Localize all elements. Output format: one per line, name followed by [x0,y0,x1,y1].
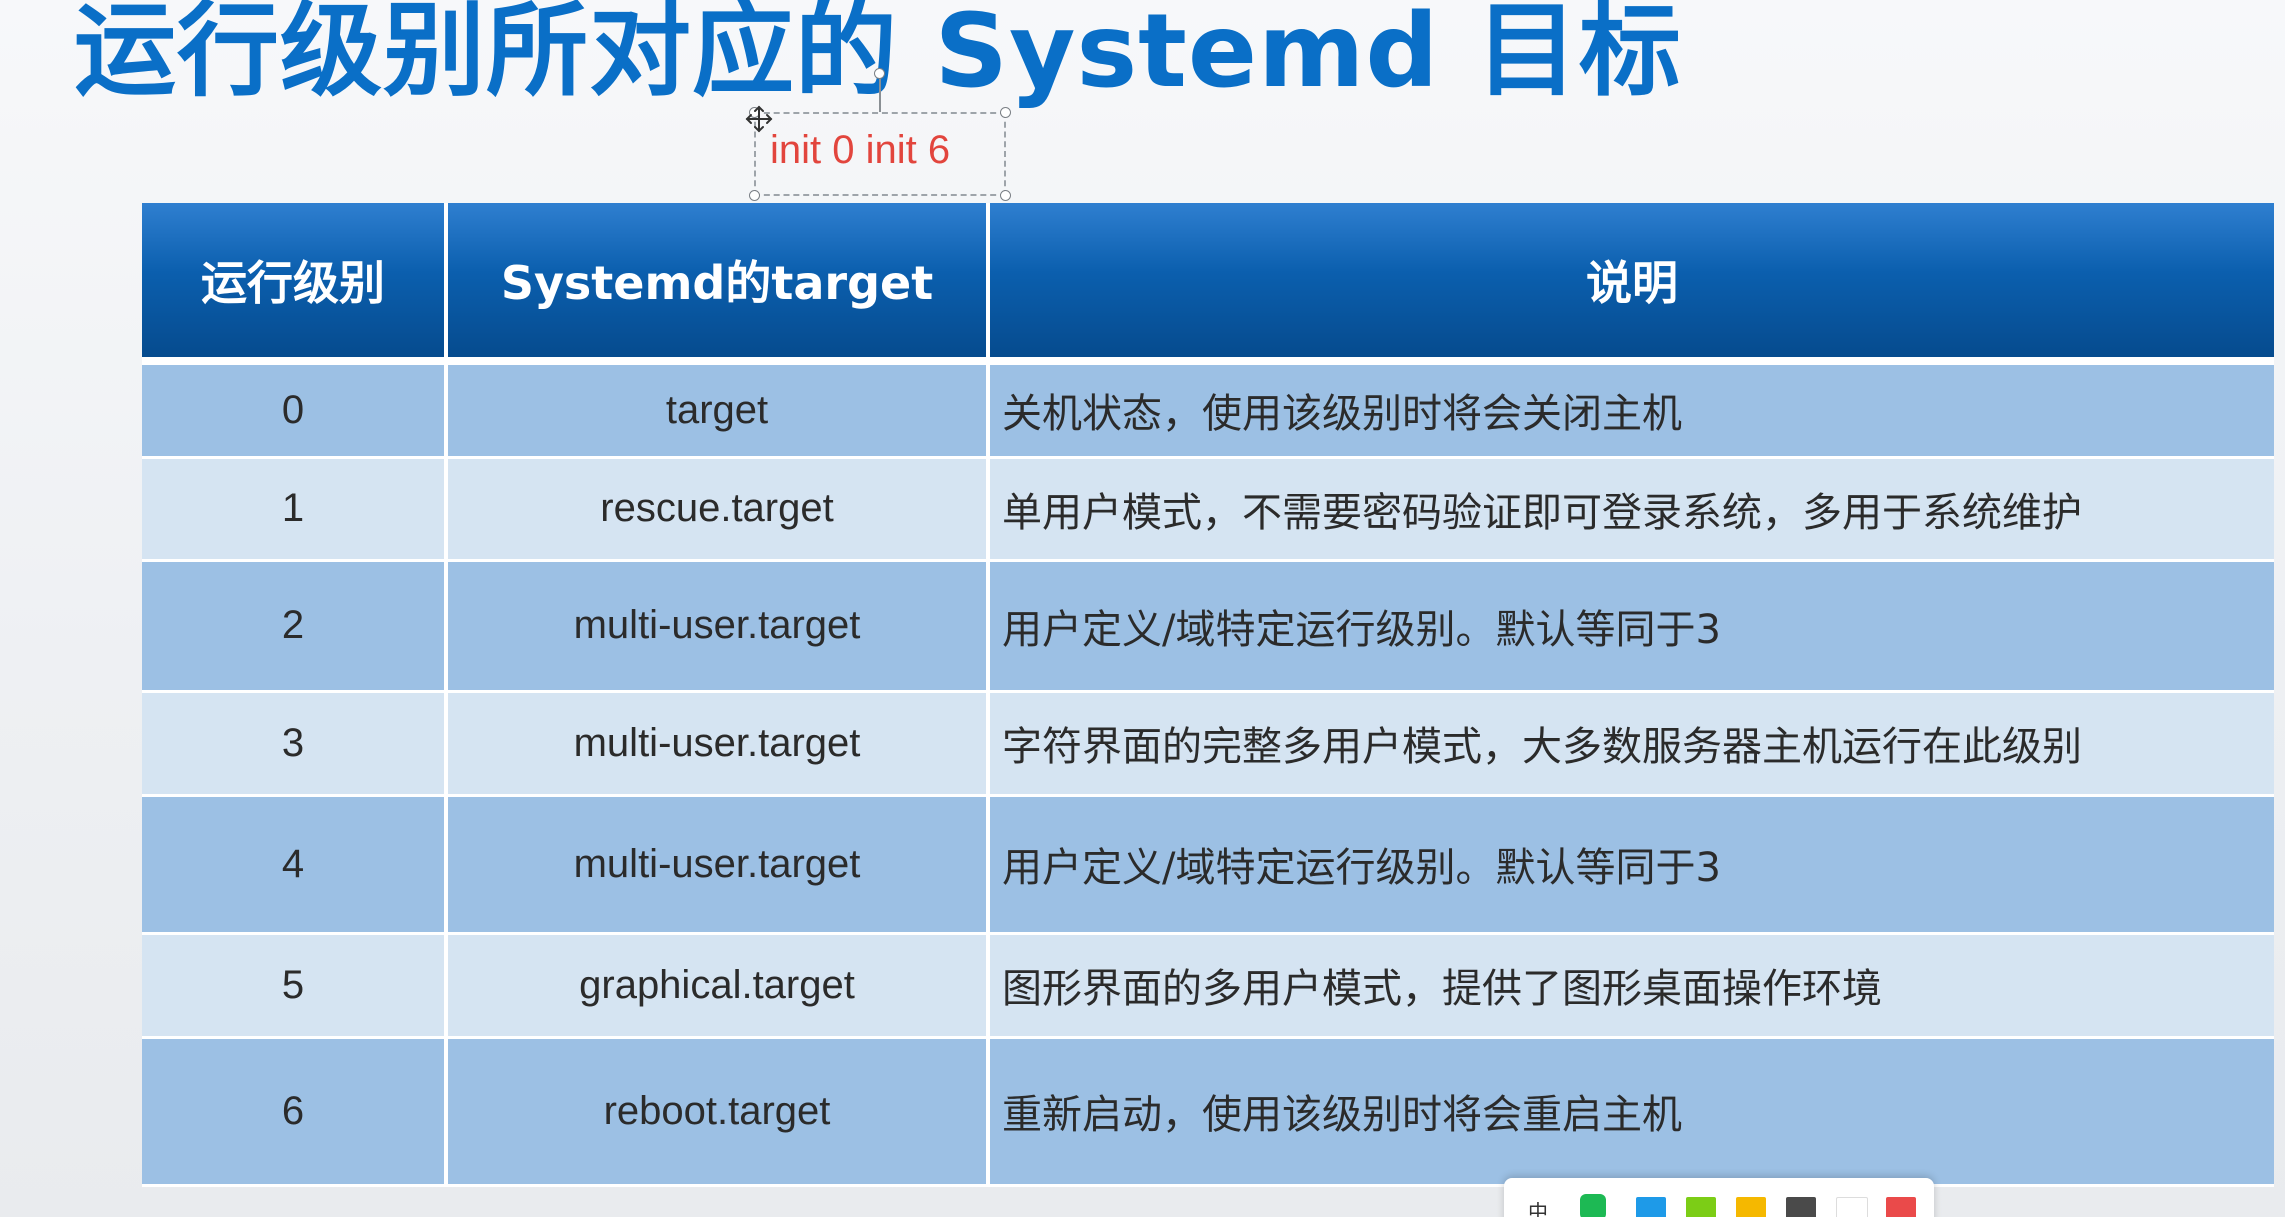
switch-icon[interactable] [1580,1194,1606,1217]
cell-description: 重新启动，使用该级别时将会重启主机 [988,1037,2274,1187]
cell-level: 2 [142,560,448,693]
move-cursor-icon [745,105,773,133]
slide: 运行级别所对应的 Systemd 目标 init 0 init 6 运行级别 S… [0,0,2285,1217]
rotate-handle[interactable] [874,68,885,79]
annotation-textbox[interactable]: init 0 init 6 [754,112,1006,196]
header-runlevel: 运行级别 [142,203,448,365]
resize-handle-bottom-left[interactable] [749,190,760,201]
table-row: 4 multi-user.target 用户定义/域特定运行级别。默认等同于3 [142,795,2274,935]
cell-level: 0 [142,361,448,459]
cell-target: multi-user.target [446,795,990,935]
table-row: 5 graphical.target 图形界面的多用户模式，提供了图形桌面操作环… [142,933,2274,1039]
color-swatch-blue[interactable] [1636,1197,1666,1217]
color-swatch-white[interactable] [1836,1197,1868,1217]
cell-description: 图形界面的多用户模式，提供了图形桌面操作环境 [988,933,2274,1039]
color-swatch-yellow[interactable] [1736,1197,1766,1217]
header-description: 说明 [988,203,2274,365]
color-swatch-green[interactable] [1686,1197,1716,1217]
table-row: 6 reboot.target 重新启动，使用该级别时将会重启主机 [142,1037,2274,1187]
cell-level: 6 [142,1037,448,1187]
cell-description: 用户定义/域特定运行级别。默认等同于3 [988,560,2274,693]
cell-level: 5 [142,933,448,1039]
resize-handle-bottom-right[interactable] [1000,190,1011,201]
cell-description: 字符界面的完整多用户模式，大多数服务器主机运行在此级别 [988,691,2274,797]
table-header-row: 运行级别 Systemd的target 说明 [142,203,2274,365]
cell-level: 3 [142,691,448,797]
color-swatch-red[interactable] [1886,1197,1916,1217]
annotation-text[interactable]: init 0 init 6 [770,128,950,173]
cell-description: 单用户模式，不需要密码验证即可登录系统，多用于系统维护 [988,457,2274,562]
cell-description: 用户定义/域特定运行级别。默认等同于3 [988,795,2274,935]
ime-indicator[interactable]: 中 [1528,1196,1548,1217]
cell-target: target [446,361,990,459]
cell-target: rescue.target [446,457,990,562]
header-systemd-target: Systemd的target [446,203,990,365]
cell-level: 4 [142,795,448,935]
runlevel-table: 运行级别 Systemd的target 说明 0 target 关机状态，使用该… [142,203,2274,1203]
color-swatch-dark-gray[interactable] [1786,1197,1816,1217]
table-row: 3 multi-user.target 字符界面的完整多用户模式，大多数服务器主… [142,691,2274,797]
cell-target: reboot.target [446,1037,990,1187]
annotation-toolbar: 中 [1504,1178,1934,1217]
cell-description: 关机状态，使用该级别时将会关闭主机 [988,361,2274,459]
rotate-handle-line [879,78,881,112]
cell-target: multi-user.target [446,691,990,797]
cell-target: multi-user.target [446,560,990,693]
resize-handle-top-right[interactable] [1000,107,1011,118]
cell-level: 1 [142,457,448,562]
slide-title: 运行级别所对应的 Systemd 目标 [74,0,1682,111]
table-row: 1 rescue.target 单用户模式，不需要密码验证即可登录系统，多用于系… [142,457,2274,562]
cell-target: graphical.target [446,933,990,1039]
table-row: 2 multi-user.target 用户定义/域特定运行级别。默认等同于3 [142,560,2274,693]
table-row: 0 target 关机状态，使用该级别时将会关闭主机 [142,361,2274,459]
